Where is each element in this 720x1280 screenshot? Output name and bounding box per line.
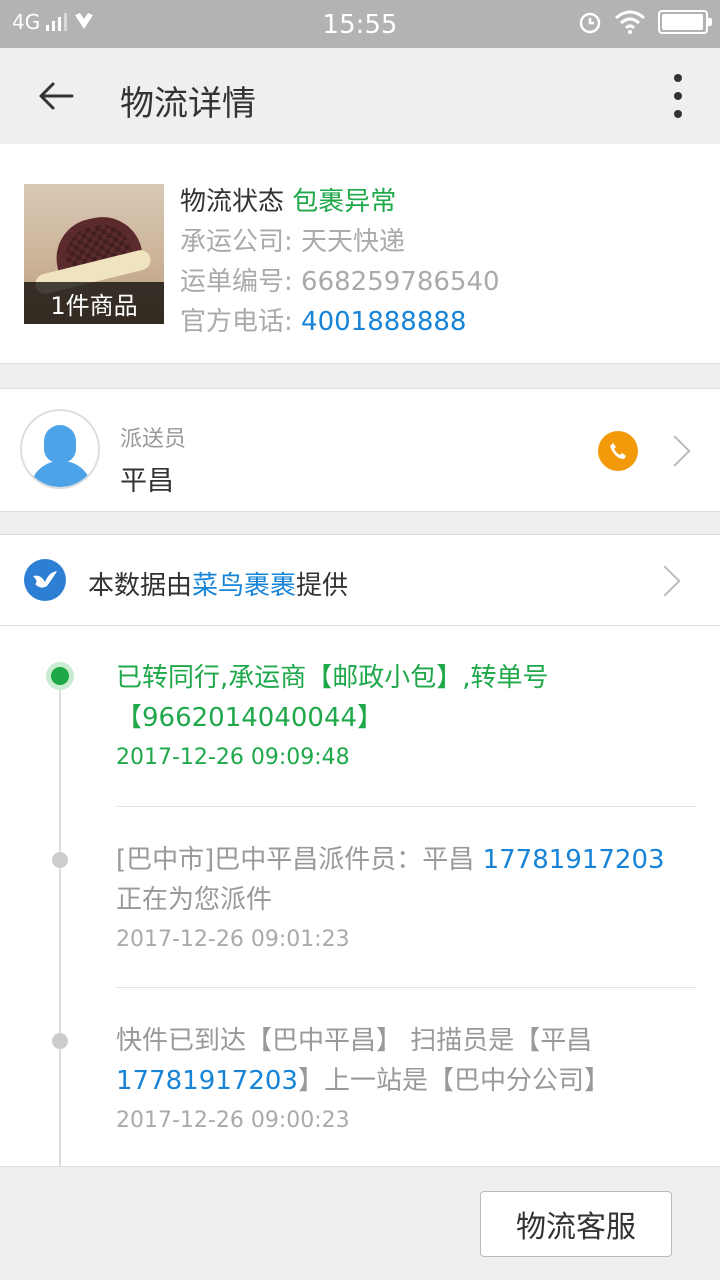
- provider-prefix: 本数据由: [88, 571, 193, 601]
- more-dot: [674, 74, 682, 82]
- phone-icon: [610, 443, 626, 459]
- timeline-time: 2017-12-26 09:01:23: [116, 927, 350, 952]
- timeline-divider: [116, 806, 696, 807]
- timeline-dot: [52, 1033, 68, 1049]
- provider-name: 菜鸟裹裹: [192, 571, 297, 601]
- timeline-text: 已转同行,承运商【邮政小包】,转单号: [116, 663, 549, 693]
- avatar: [20, 409, 100, 489]
- status-label: 物流状态: [180, 187, 285, 217]
- avatar-head: [44, 425, 76, 463]
- status-row: 物流状态 包裹异常: [180, 182, 500, 222]
- phone-label: 官方电话:: [180, 307, 302, 337]
- chevron-right-icon: [659, 435, 691, 467]
- carrier-value: 天天快递: [301, 227, 406, 257]
- tracking-row: 运单编号: 668259786540: [180, 262, 500, 302]
- timeline-text: 快件已到达【巴中平昌】 扫描员是【平昌: [116, 1026, 593, 1056]
- courier-row[interactable]: 派送员 平昌: [0, 388, 720, 512]
- tracking-number: 668259786540: [301, 267, 500, 297]
- timeline-item-current: 已转同行,承运商【邮政小包】,转单号 【9662014040044】 2017-…: [46, 658, 696, 778]
- avatar-body: [30, 461, 92, 487]
- carrier-row: 承运公司: 天天快递: [180, 222, 500, 262]
- back-button[interactable]: [28, 72, 84, 120]
- timeline-dot-active: [46, 662, 74, 690]
- timeline-text: 【9662014040044】: [116, 703, 384, 733]
- bird-glyph: [33, 571, 57, 588]
- provider-text: 本数据由菜鸟裹裹提供: [88, 565, 348, 602]
- page-title: 物流详情: [120, 84, 256, 124]
- status-bar: 4G 15:55: [0, 0, 720, 48]
- courier-phone-link[interactable]: 17781917203: [483, 845, 665, 875]
- scanner-phone-link[interactable]: 17781917203: [116, 1066, 298, 1096]
- chevron-right-icon: [649, 565, 681, 597]
- phone-row: 官方电话: 4001888888: [180, 302, 500, 342]
- status-right: [578, 10, 712, 34]
- timeline-dot: [52, 852, 68, 868]
- data-provider-row[interactable]: 本数据由菜鸟裹裹提供: [0, 534, 720, 626]
- wifi-icon: [615, 10, 645, 34]
- timeline-text: [巴中市]巴中平昌派件员：平昌 17781917203: [116, 840, 696, 880]
- tracking-timeline: 已转同行,承运商【邮政小包】,转单号 【9662014040044】 2017-…: [0, 626, 720, 1166]
- official-phone-link[interactable]: 4001888888: [301, 307, 466, 337]
- bottom-bar: 物流客服: [0, 1166, 720, 1280]
- back-arrow-icon: [39, 82, 74, 110]
- provider-suffix: 提供: [296, 571, 349, 601]
- timeline-divider: [116, 987, 696, 988]
- more-dot: [674, 92, 682, 100]
- package-info: 物流状态 包裹异常 承运公司: 天天快递 运单编号: 668259786540 …: [180, 182, 500, 342]
- timeline-line: [59, 674, 61, 1166]
- timeline-text-suffix: 】上一站是【巴中分公司】: [297, 1066, 610, 1096]
- app-header: 物流详情: [0, 48, 720, 144]
- status-value: 包裹异常: [292, 187, 397, 217]
- more-options-button[interactable]: [666, 74, 690, 118]
- timeline-text: 17781917203】上一站是【巴中分公司】: [116, 1061, 696, 1101]
- timeline-time: 2017-12-26 09:00:23: [116, 1108, 350, 1133]
- logistics-service-button[interactable]: 物流客服: [480, 1191, 672, 1257]
- alarm-icon: [579, 12, 601, 34]
- carrier-label: 承运公司:: [180, 227, 302, 257]
- battery-icon: [658, 10, 712, 34]
- timeline-item: [巴中市]巴中平昌派件员：平昌 17781917203 正在为您派件 2017-…: [52, 840, 696, 960]
- timeline-text: 正在为您派件: [116, 885, 273, 915]
- tracking-label: 运单编号:: [180, 267, 302, 297]
- courier-label: 派送员: [120, 427, 187, 452]
- item-count-label: 1件商品: [24, 282, 164, 324]
- cainiao-bird-icon: [24, 559, 66, 601]
- timeline-text-prefix: [巴中市]巴中平昌派件员：平昌: [116, 845, 483, 875]
- timeline-item: 快件已到达【巴中平昌】 扫描员是【平昌 17781917203】上一站是【巴中分…: [52, 1021, 696, 1141]
- timeline-time: 2017-12-26 09:09:48: [116, 745, 350, 770]
- product-thumbnail[interactable]: 1件商品: [24, 184, 164, 324]
- package-card: 1件商品 物流状态 包裹异常 承运公司: 天天快递 运单编号: 66825978…: [0, 144, 720, 364]
- call-courier-button[interactable]: [598, 431, 638, 471]
- courier-name: 平昌: [120, 466, 174, 497]
- more-dot: [674, 110, 682, 118]
